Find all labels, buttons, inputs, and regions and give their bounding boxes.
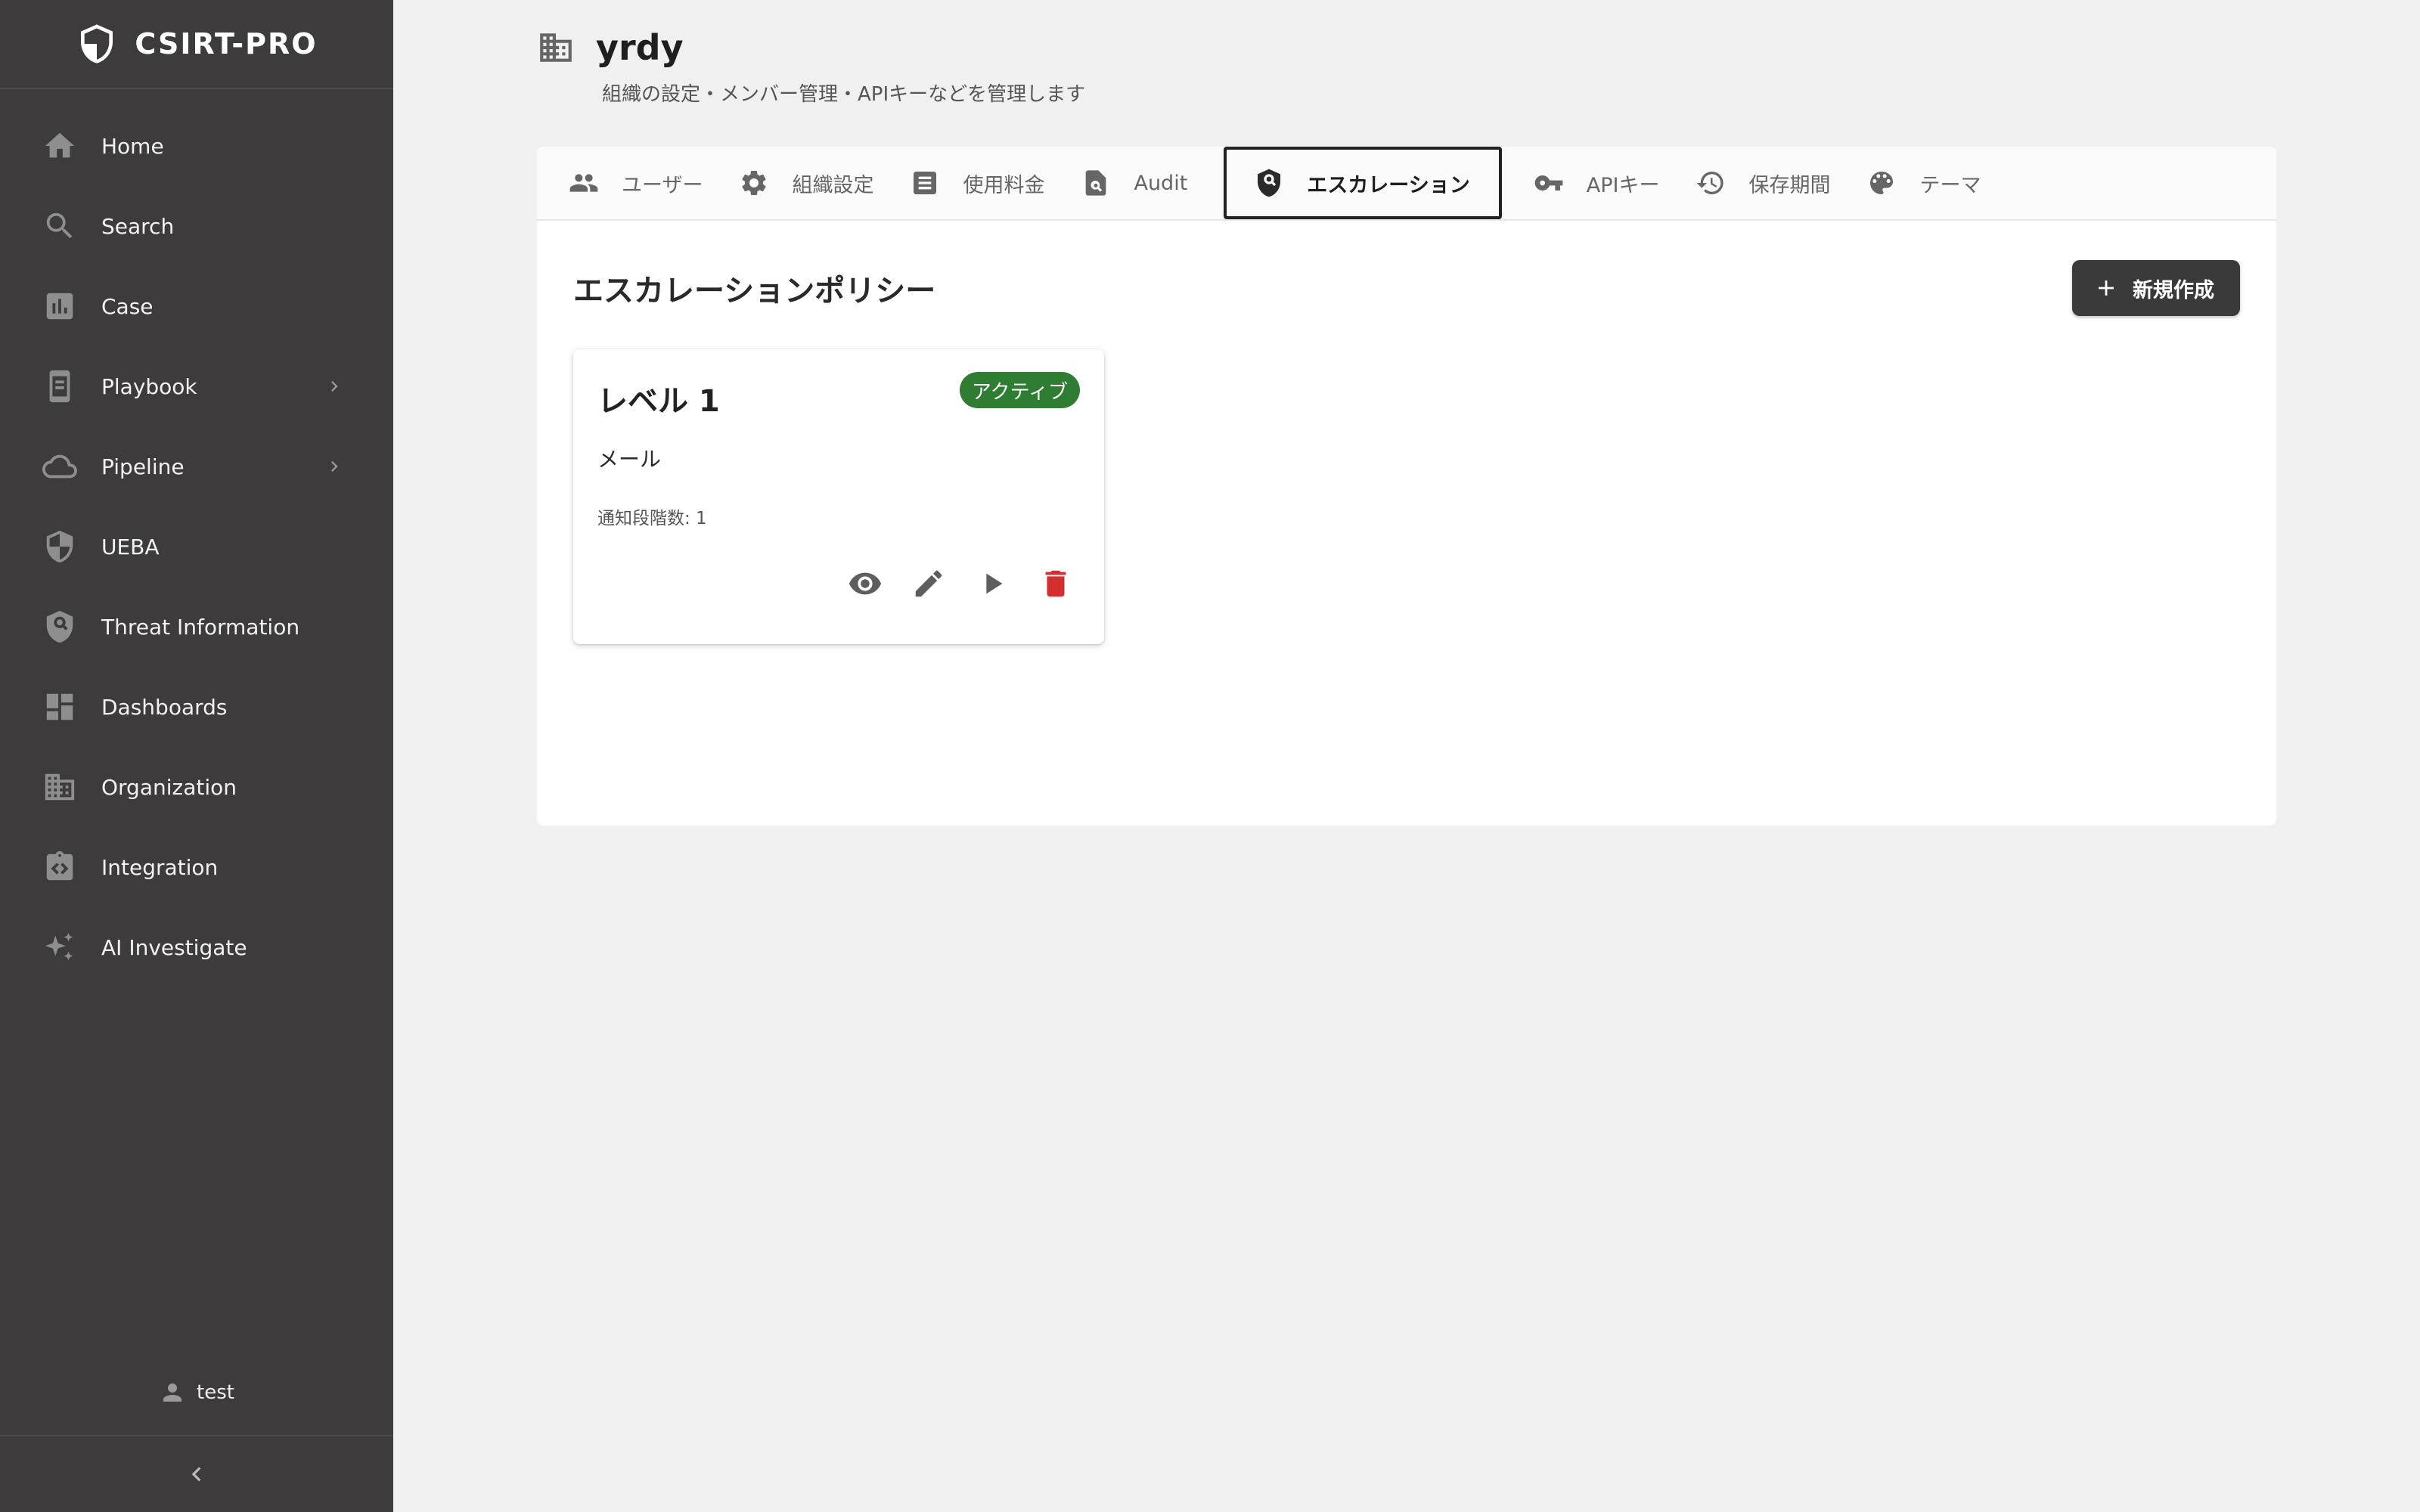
sidebar-item-home[interactable]: Home <box>0 106 393 186</box>
new-policy-button-label: 新規作成 <box>2133 278 2214 302</box>
brand[interactable]: CSIRT-PRO <box>0 0 393 89</box>
brand-name: CSIRT-PRO <box>135 27 318 60</box>
tab-audit[interactable]: Audit <box>1076 147 1219 219</box>
plus-icon <box>2099 280 2114 296</box>
sidebar-item-ueba[interactable]: UEBA <box>0 507 393 587</box>
user-name: test <box>197 1381 234 1404</box>
sidebar-item-label: UEBA <box>101 534 160 559</box>
user-menu[interactable]: test <box>0 1362 393 1423</box>
policy-card: レベル 1 アクティブ メール 通知段階数: 1 <box>573 349 1104 644</box>
tab-users[interactable]: ユーザー <box>564 147 734 219</box>
settings-panel: ユーザー 組織設定 使用料金 Audit エスカレーション APIキー 保存期間 <box>537 147 2276 826</box>
delete-button[interactable] <box>1038 565 1074 602</box>
sidebar-item-ai-investigate[interactable]: AI Investigate <box>0 907 393 987</box>
tab-label: ユーザー <box>622 173 703 197</box>
building-icon <box>540 33 572 62</box>
section-header: エスカレーションポリシー 新規作成 <box>573 260 2240 316</box>
page-header: yrdy 組織の設定・メンバー管理・APIキーなどを管理します <box>537 27 1085 107</box>
page-title: yrdy <box>596 27 684 68</box>
tab-org-settings[interactable]: 組織設定 <box>734 147 905 219</box>
tab-theme[interactable]: テーマ <box>1862 147 2012 219</box>
playbook-icon <box>42 369 77 404</box>
audit-icon <box>1086 170 1106 196</box>
tab-escalation[interactable]: エスカレーション <box>1224 147 1502 219</box>
page-title-row: yrdy <box>537 27 1085 68</box>
search-icon <box>42 209 77 243</box>
tab-label: Audit <box>1134 171 1188 195</box>
sidebar-item-case[interactable]: Case <box>0 266 393 346</box>
eye-icon <box>849 572 882 595</box>
new-policy-button[interactable]: 新規作成 <box>2072 260 2240 316</box>
view-button[interactable] <box>847 565 883 602</box>
shield-icon <box>42 529 77 564</box>
tab-billing[interactable]: 使用料金 <box>905 147 1076 219</box>
policy-actions <box>820 565 1074 602</box>
sidebar-item-label: Search <box>101 213 175 239</box>
tab-label: テーマ <box>1919 173 1981 197</box>
sidebar-item-organization[interactable]: Organization <box>0 747 393 827</box>
tab-label: 組織設定 <box>792 173 874 197</box>
shield-logo-icon <box>81 24 113 64</box>
sparkle-icon <box>42 930 77 965</box>
sidebar-item-threat-information[interactable]: Threat Information <box>0 587 393 667</box>
tab-label: 保存期間 <box>1748 173 1831 197</box>
policy-step-count: 通知段階数: 1 <box>597 509 707 528</box>
policy-title: レベル 1 <box>597 384 720 419</box>
building-icon <box>42 770 77 804</box>
status-badge: アクティブ <box>959 372 1080 408</box>
sidebar-item-pipeline[interactable]: Pipeline <box>0 426 393 507</box>
chart-icon <box>42 289 77 324</box>
sidebar-nav: Home Search Case Playbook Pipeline UEBA … <box>0 89 393 987</box>
sidebar-item-search[interactable]: Search <box>0 186 393 266</box>
policy-channel: メール <box>597 447 662 472</box>
chevron-right-icon <box>324 456 345 477</box>
tab-api-keys[interactable]: APIキー <box>1529 147 1692 219</box>
play-icon <box>986 573 1003 594</box>
sidebar-item-integration[interactable]: Integration <box>0 827 393 907</box>
collapse-sidebar-button[interactable] <box>0 1435 393 1512</box>
chevron-left-icon <box>191 1467 201 1482</box>
sidebar-item-label: Integration <box>101 854 219 880</box>
receipt-icon <box>914 172 937 194</box>
tab-label: APIキー <box>1586 173 1660 197</box>
sidebar-item-label: AI Investigate <box>101 934 247 960</box>
person-icon <box>163 1383 182 1402</box>
pencil-icon <box>915 570 942 597</box>
key-icon <box>1534 175 1563 191</box>
run-button[interactable] <box>974 565 1010 602</box>
settings-tabs: ユーザー 組織設定 使用料金 Audit エスカレーション APIキー 保存期間 <box>537 147 2276 221</box>
dashboard-icon <box>42 689 77 724</box>
tab-label: エスカレーション <box>1307 173 1470 197</box>
shield-search-icon <box>1258 169 1281 197</box>
sidebar-item-playbook[interactable]: Playbook <box>0 346 393 426</box>
sidebar-item-label: Dashboards <box>101 694 228 720</box>
sidebar: CSIRT-PRO Home Search Case Playbook Pipe… <box>0 0 393 1512</box>
sidebar-item-label: Organization <box>101 774 237 800</box>
integration-icon <box>42 850 77 885</box>
page-subtitle: 組織の設定・メンバー管理・APIキーなどを管理します <box>602 83 1086 106</box>
tab-label: 使用料金 <box>963 173 1045 197</box>
section-title: エスカレーションポリシー <box>573 274 936 308</box>
home-icon <box>42 129 77 163</box>
sidebar-item-label: Case <box>101 293 154 319</box>
shield-search-icon <box>42 609 77 644</box>
tab-retention[interactable]: 保存期間 <box>1691 147 1862 219</box>
gear-icon <box>742 171 767 195</box>
sidebar-item-label: Pipeline <box>101 454 185 479</box>
sidebar-item-label: Threat Information <box>101 614 300 640</box>
people-icon <box>569 174 598 192</box>
sidebar-item-label: Home <box>101 133 164 159</box>
chevron-right-icon <box>324 376 345 397</box>
edit-button[interactable] <box>911 565 947 602</box>
sidebar-item-dashboards[interactable]: Dashboards <box>0 667 393 747</box>
history-icon <box>1697 172 1724 194</box>
sidebar-item-label: Playbook <box>101 373 197 399</box>
cloud-icon <box>42 449 77 484</box>
trash-icon <box>1045 570 1066 597</box>
palette-icon <box>1870 172 1894 194</box>
